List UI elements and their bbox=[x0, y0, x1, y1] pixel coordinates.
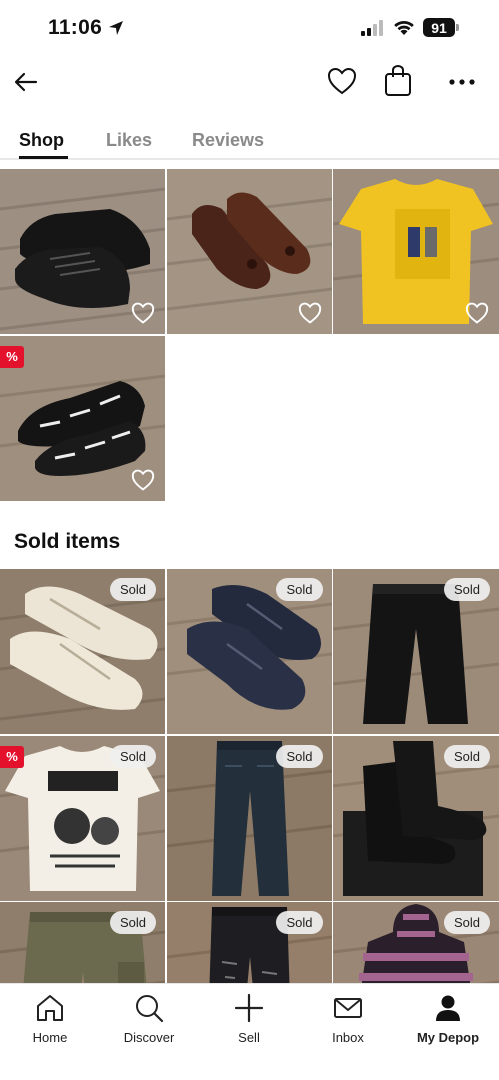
more-dots-icon bbox=[449, 79, 475, 85]
nav-discover-label: Discover bbox=[123, 1030, 175, 1045]
nav-sell-label: Sell bbox=[238, 1030, 260, 1045]
nav-sell[interactable]: Sell bbox=[204, 992, 294, 1045]
sale-badge: % bbox=[0, 745, 24, 768]
back-arrow-icon bbox=[14, 72, 38, 92]
nav-home[interactable]: Home bbox=[5, 992, 95, 1045]
clock-text: 11:06 bbox=[48, 16, 103, 39]
sale-badge: % bbox=[0, 345, 24, 368]
heart-icon[interactable] bbox=[465, 302, 489, 324]
location-arrow-icon bbox=[109, 21, 124, 35]
heart-icon[interactable] bbox=[131, 469, 155, 491]
home-icon bbox=[37, 995, 63, 1021]
profile-icon bbox=[436, 995, 460, 1021]
profile-tabs: Shop Likes Reviews bbox=[0, 124, 499, 160]
sold-badge: Sold bbox=[443, 744, 490, 768]
battery-cap bbox=[456, 24, 459, 31]
tab-likes[interactable]: Likes bbox=[106, 130, 152, 151]
sold-item-tile[interactable]: Sold bbox=[166, 735, 332, 901]
mail-icon bbox=[334, 998, 362, 1018]
sold-badge: Sold bbox=[276, 911, 323, 934]
shop-item-tile[interactable] bbox=[0, 169, 165, 334]
nav-discover[interactable]: Discover bbox=[104, 992, 194, 1045]
sold-badge: Sold bbox=[276, 744, 323, 768]
shop-grid: % bbox=[0, 169, 499, 501]
shop-item-tile[interactable] bbox=[166, 169, 332, 334]
top-header bbox=[0, 60, 499, 104]
status-time: 11:06 bbox=[48, 16, 124, 40]
heart-icon[interactable] bbox=[298, 302, 322, 324]
wifi-icon bbox=[394, 20, 414, 35]
status-indicators: 91 bbox=[361, 18, 459, 37]
plus-icon bbox=[234, 993, 264, 1023]
cellular-signal-icon bbox=[361, 19, 383, 36]
nav-inbox-label: Inbox bbox=[332, 1030, 364, 1045]
sold-badge: Sold bbox=[443, 578, 490, 601]
search-icon bbox=[136, 995, 164, 1023]
shop-item-tile[interactable] bbox=[333, 169, 499, 334]
sold-items-title: Sold items bbox=[14, 530, 121, 553]
status-bar: 11:06 91 bbox=[0, 0, 499, 56]
nav-home-label: Home bbox=[32, 1030, 68, 1045]
sold-item-tile[interactable]: Sold bbox=[333, 735, 499, 901]
shopping-bag-icon bbox=[385, 65, 411, 96]
sold-item-tile[interactable]: % Sold bbox=[0, 735, 165, 901]
battery-level: 91 bbox=[423, 18, 455, 37]
back-button[interactable] bbox=[10, 66, 42, 98]
bottom-navigation: Home Discover Sell Inbox My Depop bbox=[0, 983, 499, 1080]
nav-inbox[interactable]: Inbox bbox=[303, 992, 393, 1045]
sold-badge: Sold bbox=[109, 744, 156, 768]
sold-item-tile[interactable]: Sold bbox=[0, 569, 165, 734]
heart-icon[interactable] bbox=[131, 302, 155, 324]
active-tab-indicator bbox=[19, 156, 68, 159]
nav-my-depop[interactable]: My Depop bbox=[403, 992, 493, 1045]
sold-badge: Sold bbox=[443, 911, 490, 934]
nav-my-depop-label: My Depop bbox=[416, 1030, 480, 1045]
tab-reviews[interactable]: Reviews bbox=[192, 130, 264, 151]
sold-badge: Sold bbox=[109, 911, 156, 934]
tab-shop[interactable]: Shop bbox=[19, 130, 64, 151]
shop-item-tile[interactable]: % bbox=[0, 335, 165, 501]
sold-item-tile[interactable]: Sold bbox=[333, 569, 499, 734]
battery-indicator: 91 bbox=[423, 18, 459, 37]
sold-badge: Sold bbox=[276, 578, 323, 601]
like-shop-button[interactable] bbox=[325, 64, 359, 98]
heart-icon bbox=[327, 67, 357, 95]
more-options-button[interactable] bbox=[446, 66, 478, 98]
sold-item-tile[interactable]: Sold bbox=[166, 569, 332, 734]
sold-badge: Sold bbox=[109, 578, 156, 601]
bag-button[interactable] bbox=[381, 63, 415, 99]
